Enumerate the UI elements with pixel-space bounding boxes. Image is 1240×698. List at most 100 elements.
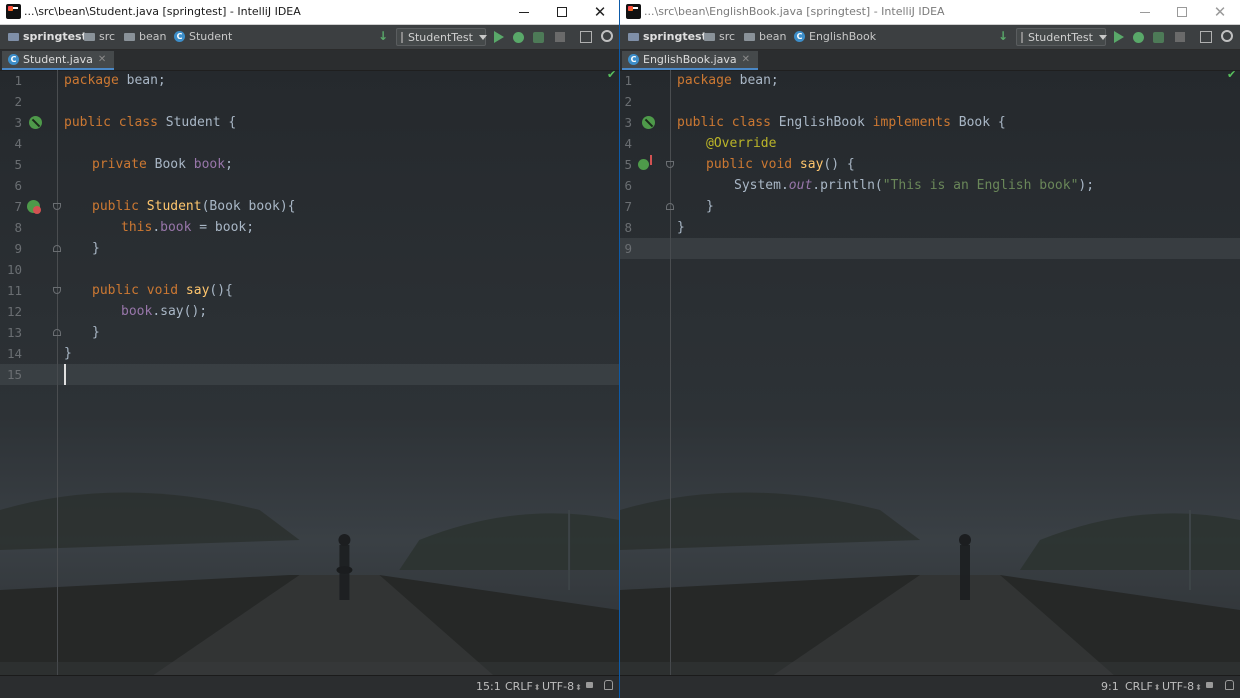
- debug-icon[interactable]: [1133, 32, 1144, 43]
- run-config-select[interactable]: StudentTest: [396, 28, 487, 46]
- code-token: }: [677, 220, 685, 235]
- tab-student-java[interactable]: C Student.java ✕: [2, 51, 115, 70]
- maximize-button[interactable]: [543, 0, 581, 24]
- line-number: 9: [624, 241, 632, 256]
- class-icon: C: [794, 31, 805, 42]
- project-structure-icon[interactable]: [580, 31, 592, 43]
- code-token: public void: [92, 283, 179, 298]
- code-editor[interactable]: 1 package bean; 2 3 public class EnglishBo…: [620, 70, 1240, 676]
- minimize-button[interactable]: [505, 0, 543, 24]
- code-token: book: [160, 220, 192, 235]
- code-token: public class: [64, 115, 158, 130]
- intellij-icon: [6, 4, 21, 19]
- code-line: 8 this.book = book;: [0, 217, 619, 238]
- line-number: 3: [624, 115, 632, 130]
- file-encoding[interactable]: UTF-8⬍: [542, 680, 582, 693]
- implements-method-icon[interactable]: [638, 155, 652, 170]
- constructor-gutter-icon[interactable]: [27, 200, 41, 214]
- breadcrumb-src[interactable]: src: [84, 30, 115, 43]
- code-token: out: [788, 178, 813, 193]
- breadcrumb-project[interactable]: springtest: [628, 30, 707, 43]
- inspector-icon[interactable]: [1225, 680, 1234, 690]
- tab-englishbook-java[interactable]: C EnglishBook.java ✕: [622, 51, 759, 70]
- search-icon[interactable]: [601, 30, 613, 42]
- minimize-button[interactable]: [1126, 0, 1164, 24]
- search-icon[interactable]: [1221, 30, 1233, 42]
- horizontal-scrollbar[interactable]: [0, 662, 619, 676]
- folder-icon: [744, 32, 755, 41]
- build-icon[interactable]: ↓: [378, 29, 392, 43]
- code-token: public void: [706, 157, 793, 172]
- close-button[interactable]: ✕: [581, 0, 619, 24]
- run-icon[interactable]: [1114, 31, 1124, 43]
- class-icon: C: [174, 31, 185, 42]
- project-structure-icon[interactable]: [1200, 31, 1212, 43]
- code-token: Student: [146, 199, 202, 214]
- stop-icon[interactable]: [1175, 32, 1185, 42]
- code-line: 9}: [0, 238, 619, 259]
- code-token: Student {: [157, 115, 237, 130]
- code-line: 4 @Override: [620, 133, 1240, 154]
- text-cursor: [64, 364, 66, 385]
- class-gutter-icon[interactable]: [642, 116, 655, 129]
- breadcrumb-class[interactable]: C Student: [174, 30, 232, 43]
- minimize-icon: [519, 11, 529, 13]
- ide-window-student: ...\src\bean\Student.java [springtest] -…: [0, 0, 620, 698]
- code-token: Book {: [950, 115, 1006, 130]
- build-icon[interactable]: ↓: [998, 29, 1012, 43]
- coverage-icon[interactable]: [533, 32, 544, 43]
- caret-position[interactable]: 9:1: [1101, 680, 1119, 693]
- breadcrumb-project[interactable]: springtest: [8, 30, 87, 43]
- lock-icon[interactable]: [1206, 682, 1213, 688]
- line-separator[interactable]: CRLF⬍: [1125, 680, 1160, 693]
- caret-position[interactable]: 15:1: [476, 680, 501, 693]
- debug-icon[interactable]: [513, 32, 524, 43]
- inspector-icon[interactable]: [604, 680, 613, 690]
- line-number: 12: [6, 304, 22, 319]
- code-token: .: [152, 220, 161, 235]
- lock-icon[interactable]: [586, 682, 593, 688]
- coverage-icon[interactable]: [1153, 32, 1164, 43]
- horizontal-scrollbar[interactable]: [620, 662, 1240, 676]
- code-line: 12 book.say();: [0, 301, 619, 322]
- breadcrumb-src[interactable]: src: [704, 30, 735, 43]
- breadcrumb-package[interactable]: bean: [744, 30, 786, 43]
- chevron-down-icon: [1098, 34, 1107, 40]
- run-icon[interactable]: [494, 31, 504, 43]
- breadcrumb-package[interactable]: bean: [124, 30, 166, 43]
- maximize-button[interactable]: [1163, 0, 1201, 24]
- breadcrumb-src-label: src: [99, 30, 116, 43]
- stop-icon[interactable]: [555, 32, 565, 42]
- navigation-bar: springtest src bean C Student ↓ StudentTe…: [0, 25, 619, 50]
- run-config-select[interactable]: StudentTest: [1016, 28, 1107, 46]
- code-line: 5 private Book book;: [0, 154, 619, 175]
- updown-icon: ⬍: [1195, 683, 1202, 692]
- fold-icon[interactable]: [666, 161, 674, 168]
- close-icon: ✕: [1213, 3, 1227, 21]
- breadcrumb-class[interactable]: C EnglishBook: [794, 30, 876, 43]
- close-button[interactable]: ✕: [1201, 0, 1239, 24]
- code-line: 7}: [620, 196, 1240, 217]
- code-editor[interactable]: 1 package bean; 2 3 public class Student {…: [0, 70, 619, 676]
- fold-icon[interactable]: [53, 329, 61, 336]
- close-tab-icon[interactable]: ✕: [742, 54, 750, 65]
- code-token: "This is an English book": [882, 178, 1079, 193]
- line-number: 5: [14, 157, 22, 172]
- class-gutter-icon[interactable]: [29, 116, 42, 129]
- fold-icon[interactable]: [53, 203, 61, 210]
- line-number: 8: [14, 220, 22, 235]
- fold-icon[interactable]: [53, 287, 61, 294]
- line-separator[interactable]: CRLF⬍: [505, 680, 540, 693]
- line-number: 4: [624, 136, 632, 151]
- fold-icon[interactable]: [53, 245, 61, 252]
- code-token: .println(: [812, 178, 883, 193]
- breadcrumb-package-label: bean: [759, 30, 787, 43]
- close-tab-icon[interactable]: ✕: [98, 54, 106, 65]
- file-encoding[interactable]: UTF-8⬍: [1162, 680, 1202, 693]
- fold-icon[interactable]: [666, 203, 674, 210]
- code-line: 3 public class Student {: [0, 112, 619, 133]
- code-line: 7 public Student(Book book){: [0, 196, 619, 217]
- line-number: 6: [624, 178, 632, 193]
- code-line: 10: [0, 259, 619, 280]
